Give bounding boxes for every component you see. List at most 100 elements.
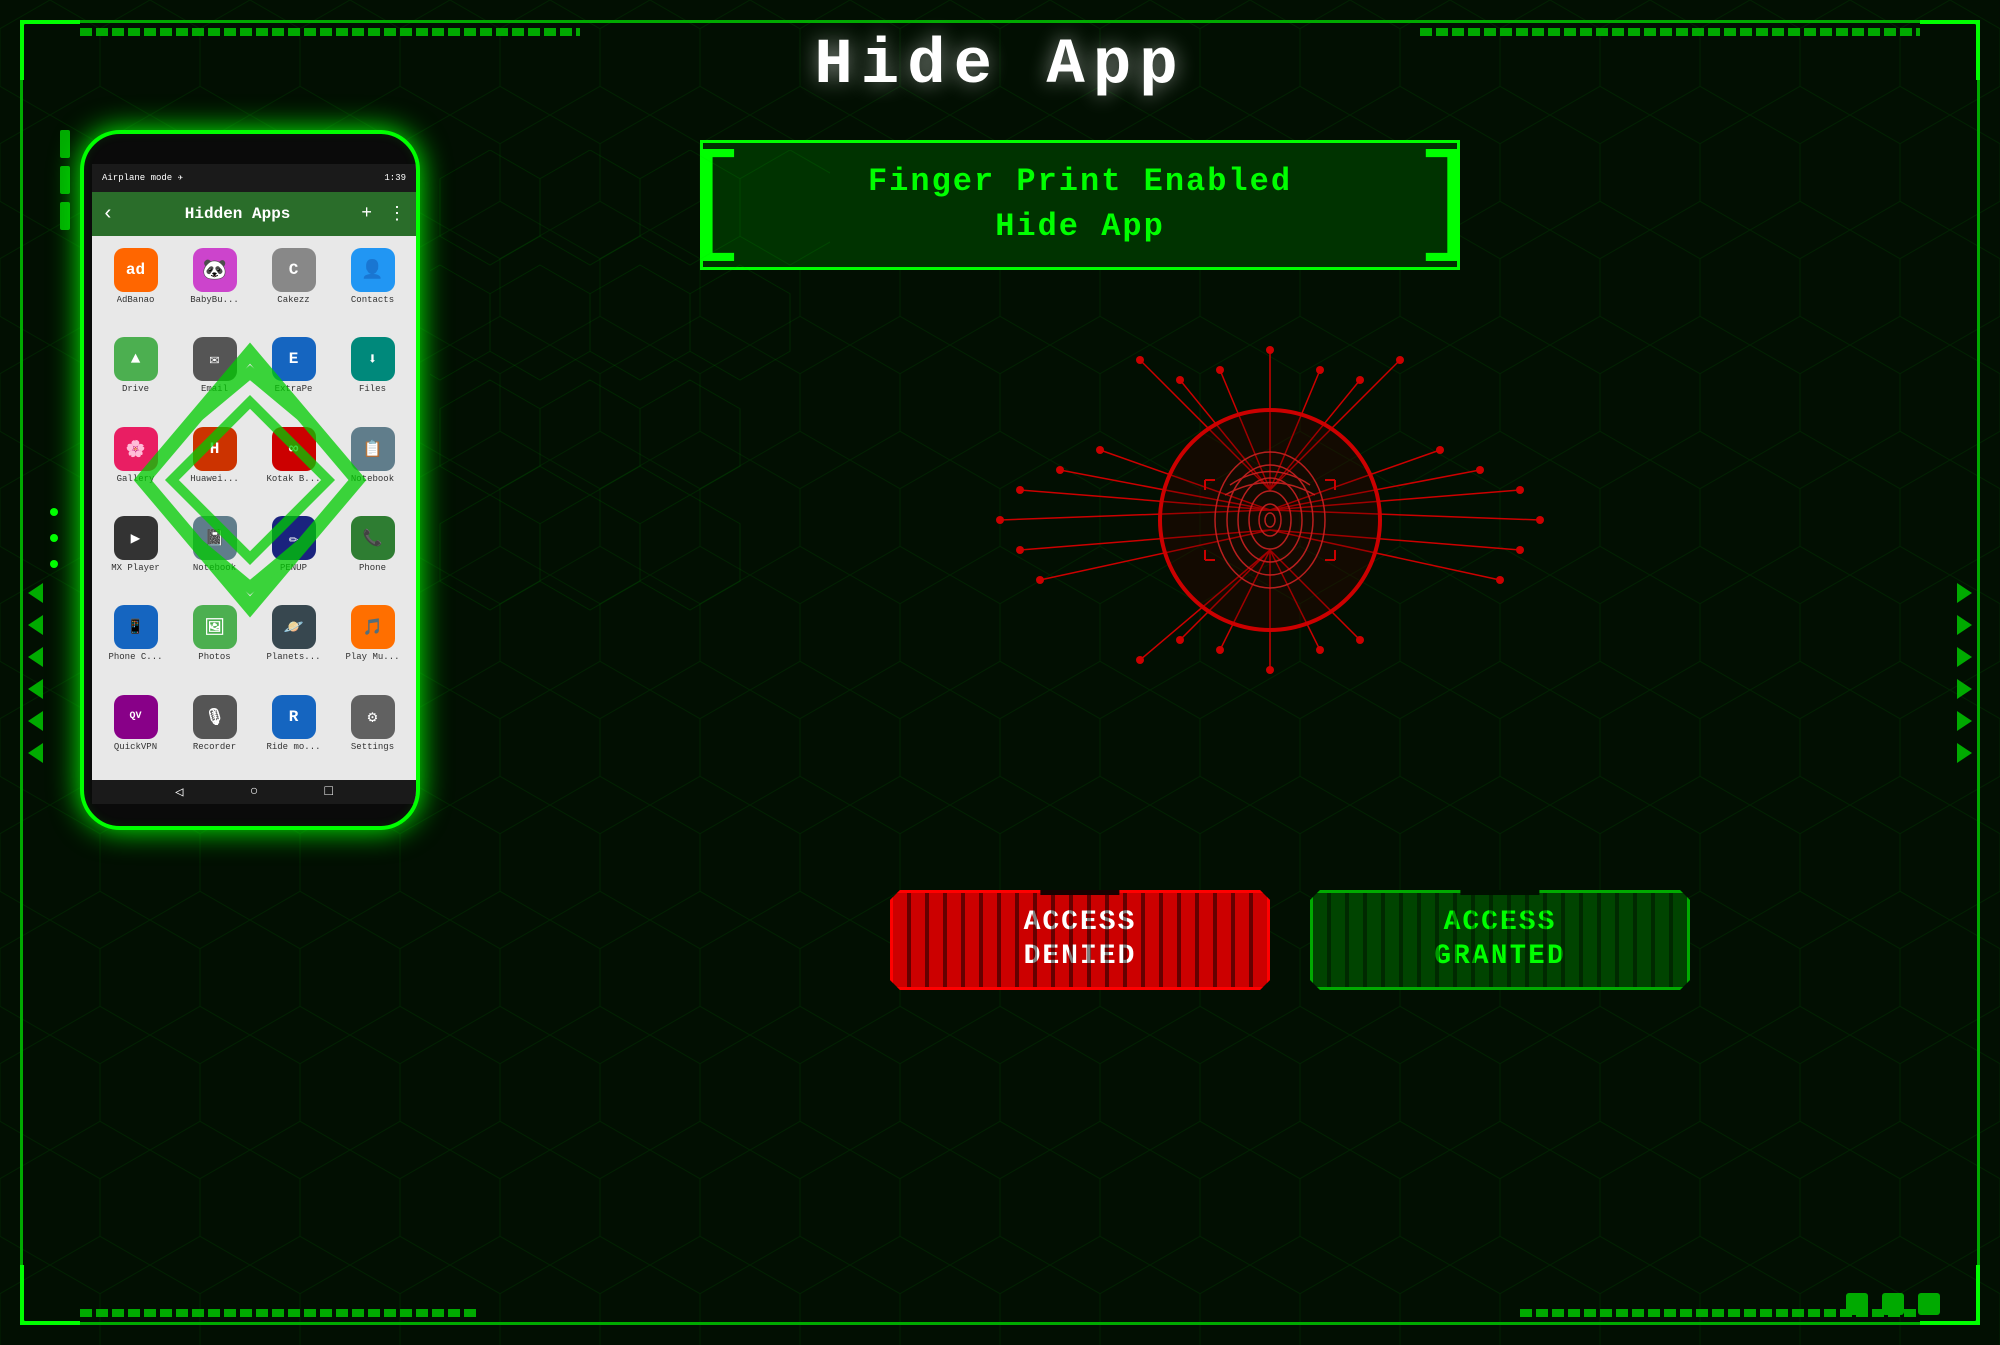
fp-text-line2: Hide App xyxy=(995,208,1165,245)
top-bar-right xyxy=(1420,28,1920,36)
app-label: Kotak B... xyxy=(266,474,320,484)
back-button[interactable]: ‹ xyxy=(102,203,114,226)
app-icon-cakezz: C xyxy=(272,248,316,292)
app-label: Ride mo... xyxy=(266,742,320,752)
list-item[interactable]: E ExtraPe xyxy=(256,331,331,416)
app-label: Recorder xyxy=(193,742,236,752)
fp-text-line1: Finger Print Enabled xyxy=(868,163,1292,200)
app-icon-quickvpn: QV xyxy=(114,695,158,739)
app-label: Phone C... xyxy=(108,652,162,662)
bottom-bar-left xyxy=(80,1309,480,1317)
warning-denied-label: WARNING xyxy=(1040,879,1119,895)
app-icon-kotak: ∞ xyxy=(272,427,316,471)
app-icon-playmu: 🎵 xyxy=(351,605,395,649)
right-panel: Finger Print Enabled Hide App xyxy=(620,110,1920,1010)
list-item[interactable]: 👤 Contacts xyxy=(335,242,410,327)
list-item[interactable]: 📋 Notebook xyxy=(335,421,410,506)
menu-button[interactable]: ⋮ xyxy=(388,203,406,225)
app-label: MX Player xyxy=(111,563,160,573)
app-label: Email xyxy=(201,384,228,394)
fingerprint-text-box: Finger Print Enabled Hide App xyxy=(700,140,1460,270)
app-icon-photos: 🖼 xyxy=(193,605,237,649)
hidden-apps-title: Hidden Apps xyxy=(122,205,353,223)
left-arrows xyxy=(28,583,43,763)
app-label: Notebook xyxy=(193,563,236,573)
app-label: AdBanao xyxy=(117,295,155,305)
left-frame-deco xyxy=(50,130,80,830)
corner-bl xyxy=(20,1265,80,1325)
fingerprint-visual xyxy=(980,310,1560,710)
app-icon-adbanao: ad xyxy=(114,248,158,292)
list-item[interactable]: 🪐 Planets... xyxy=(256,599,331,684)
list-item[interactable]: 🐼 BabyBu... xyxy=(177,242,252,327)
fingerprint-text: Finger Print Enabled Hide App xyxy=(868,160,1292,250)
list-item[interactable]: C Cakezz xyxy=(256,242,331,327)
app-label: BabyBu... xyxy=(190,295,239,305)
nav-home-icon[interactable]: ○ xyxy=(250,784,258,800)
app-icon-recorder: 🎙 xyxy=(193,695,237,739)
list-item[interactable]: QV QuickVPN xyxy=(98,689,173,774)
app-label: QuickVPN xyxy=(114,742,157,752)
page-title: Hide App xyxy=(814,30,1185,102)
app-icon-files: ⬇ xyxy=(351,337,395,381)
app-label: Phone xyxy=(359,563,386,573)
phone-status-bar: Airplane mode ✈ 1:39 xyxy=(92,164,416,192)
app-label: Huawei... xyxy=(190,474,239,484)
app-grid: ad AdBanao 🐼 BabyBu... C Cakezz 👤 Contac… xyxy=(92,236,416,780)
corner-tr xyxy=(1920,20,1980,80)
nav-back-icon[interactable]: ◁ xyxy=(175,784,183,801)
top-bar-left xyxy=(80,28,580,36)
access-granted-badge: WARNING ACCESS GRANTED xyxy=(1310,890,1690,990)
bottom-dot-3 xyxy=(1918,1293,1940,1315)
bottom-dot-2 xyxy=(1882,1293,1904,1315)
app-icon-phonec: 📱 xyxy=(114,605,158,649)
phone-mockup: Airplane mode ✈ 1:39 ‹ Hidden Apps + ⋮ a… xyxy=(80,130,420,830)
status-right: 1:39 xyxy=(384,173,406,183)
list-item[interactable]: 📓 Notebook xyxy=(177,510,252,595)
app-label: Files xyxy=(359,384,386,394)
nav-recent-icon[interactable]: □ xyxy=(324,784,332,800)
app-icon-phone: 📞 xyxy=(351,516,395,560)
phone-app-header: ‹ Hidden Apps + ⋮ xyxy=(92,192,416,236)
app-label: Drive xyxy=(122,384,149,394)
app-label: Play Mu... xyxy=(345,652,399,662)
list-item[interactable]: ad AdBanao xyxy=(98,242,173,327)
bottom-right-dots xyxy=(1846,1293,1940,1315)
warning-granted-label: WARNING xyxy=(1460,879,1539,895)
list-item[interactable]: ⚙ Settings xyxy=(335,689,410,774)
list-item[interactable]: ▶ MX Player xyxy=(98,510,173,595)
list-item[interactable]: ∞ Kotak B... xyxy=(256,421,331,506)
list-item[interactable]: ▲ Drive xyxy=(98,331,173,416)
phone-screen: Airplane mode ✈ 1:39 ‹ Hidden Apps + ⋮ a… xyxy=(92,164,416,804)
access-badges: WARNING ACCESS DENIED WARNING ACCESS GRA… xyxy=(660,890,1920,990)
list-item[interactable]: R Ride mo... xyxy=(256,689,331,774)
app-icon-extrape: E xyxy=(272,337,316,381)
list-item[interactable]: ✉ Email xyxy=(177,331,252,416)
list-item[interactable]: H Huawei... xyxy=(177,421,252,506)
list-item[interactable]: 🎵 Play Mu... xyxy=(335,599,410,684)
app-icon-gallery: 🌸 xyxy=(114,427,158,471)
app-icon-ridemo: R xyxy=(272,695,316,739)
list-item[interactable]: ✏ PENUP xyxy=(256,510,331,595)
phone-outer: Airplane mode ✈ 1:39 ‹ Hidden Apps + ⋮ a… xyxy=(80,130,420,830)
access-denied-badge: WARNING ACCESS DENIED xyxy=(890,890,1270,990)
app-label: Photos xyxy=(198,652,230,662)
list-item[interactable]: 🎙 Recorder xyxy=(177,689,252,774)
app-icon-notebook: 📋 xyxy=(351,427,395,471)
bottom-dot-1 xyxy=(1846,1293,1868,1315)
add-button[interactable]: + xyxy=(361,204,372,224)
list-item[interactable]: 🖼 Photos xyxy=(177,599,252,684)
app-icon-notebook2: 📓 xyxy=(193,516,237,560)
list-item[interactable]: ⬇ Files xyxy=(335,331,410,416)
list-item[interactable]: 📱 Phone C... xyxy=(98,599,173,684)
app-label: Gallery xyxy=(117,474,155,484)
access-granted-container: WARNING ACCESS GRANTED xyxy=(1310,890,1690,990)
access-granted-text: ACCESS GRANTED xyxy=(1434,906,1566,973)
list-item[interactable]: 📞 Phone xyxy=(335,510,410,595)
status-left: Airplane mode ✈ xyxy=(102,173,183,183)
list-item[interactable]: 🌸 Gallery xyxy=(98,421,173,506)
app-icon-email: ✉ xyxy=(193,337,237,381)
corner-tl xyxy=(20,20,80,80)
app-icon-penup: ✏ xyxy=(272,516,316,560)
app-label: Contacts xyxy=(351,295,394,305)
